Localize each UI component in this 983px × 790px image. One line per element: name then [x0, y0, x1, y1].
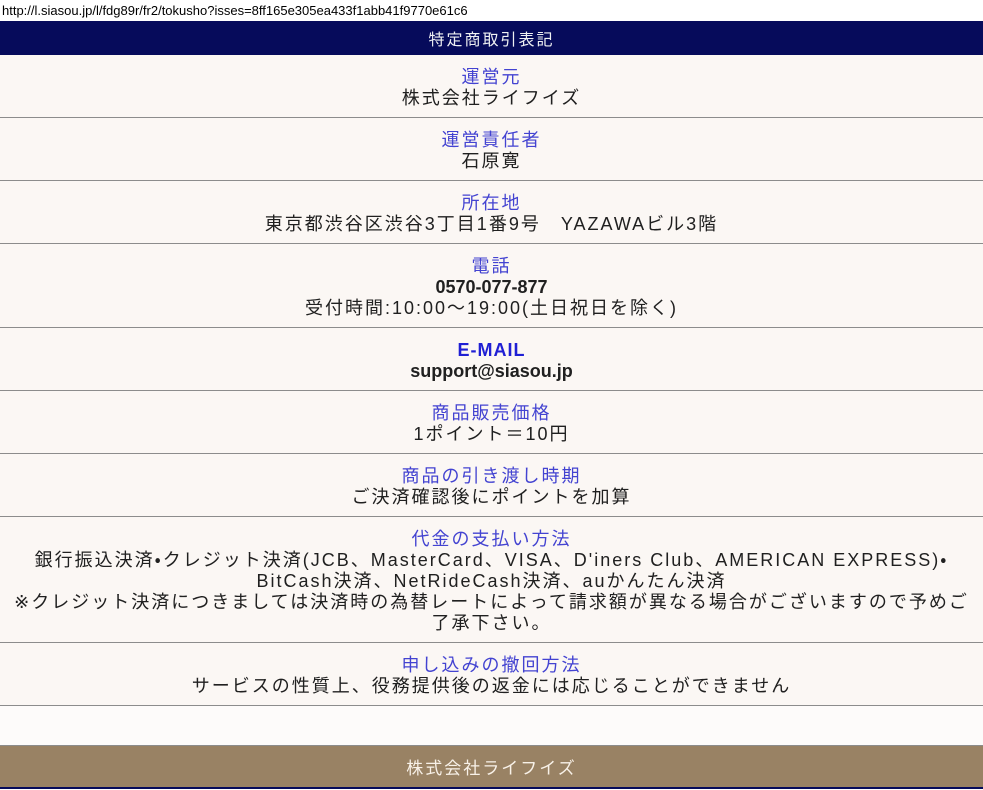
section-price: 商品販売価格 1ポイント＝10円	[0, 391, 983, 454]
section-heading: E-MAIL	[10, 340, 973, 361]
section-email: E-MAIL support@siasou.jp	[0, 328, 983, 391]
section-heading: 所在地	[10, 193, 973, 214]
section-delivery: 商品の引き渡し時期 ご決済確認後にポイントを加算	[0, 454, 983, 517]
section-text: 石原寛	[10, 151, 973, 172]
page-title: 特定商取引表記	[428, 26, 554, 50]
section-text: ご決済確認後にポイントを加算	[10, 487, 973, 508]
empty-row	[0, 706, 983, 746]
footer-company-name: 株式会社ライフイズ	[406, 754, 577, 779]
section-payment: 代金の支払い方法 銀行振込決済・クレジット決済(JCB、MasterCard、V…	[0, 517, 983, 643]
payment-methods: 銀行振込決済・クレジット決済(JCB、MasterCard、VISA、D'ine…	[10, 550, 973, 592]
section-manager: 運営責任者 石原寛	[0, 118, 983, 181]
section-address: 所在地 東京都渋谷区渋谷3丁目1番9号 YAZAWAビル3階	[0, 181, 983, 244]
page-title-bar: 特定商取引表記	[0, 21, 983, 55]
phone-number: 0570-077-877	[10, 277, 973, 298]
section-text: サービスの性質上、役務提供後の返金には応じることができません	[10, 676, 973, 697]
section-heading: 代金の支払い方法	[10, 529, 973, 550]
footer-bar: 株式会社ライフイズ	[0, 746, 983, 787]
reception-hours: 受付時間:10:00〜19:00(土日祝日を除く)	[10, 298, 973, 319]
section-heading: 商品販売価格	[10, 403, 973, 424]
section-heading: 商品の引き渡し時期	[10, 466, 973, 487]
section-operator: 運営元 株式会社ライフイズ	[0, 55, 983, 118]
section-heading: 運営元	[10, 67, 973, 88]
tokusho-table: 運営元 株式会社ライフイズ 運営責任者 石原寛 所在地 東京都渋谷区渋谷3丁目1…	[0, 55, 983, 746]
section-text: 株式会社ライフイズ	[10, 88, 973, 109]
section-text: 1ポイント＝10円	[10, 424, 973, 445]
payment-note: ※クレジット決済につきましては決済時の為替レートによって請求額が異なる場合がござ…	[10, 592, 973, 634]
section-cancellation: 申し込みの撤回方法 サービスの性質上、役務提供後の返金には応じることができません	[0, 643, 983, 706]
section-heading: 申し込みの撤回方法	[10, 655, 973, 676]
footer-bottom-strip	[0, 787, 983, 789]
email-address: support@siasou.jp	[10, 361, 973, 382]
page-url-text: http://l.siasou.jp/l/fdg89r/fr2/tokusho?…	[0, 0, 983, 21]
section-heading: 電話	[10, 256, 973, 277]
section-phone: 電話 0570-077-877 受付時間:10:00〜19:00(土日祝日を除く…	[0, 244, 983, 328]
section-heading: 運営責任者	[10, 130, 973, 151]
section-text: 東京都渋谷区渋谷3丁目1番9号 YAZAWAビル3階	[10, 214, 973, 235]
